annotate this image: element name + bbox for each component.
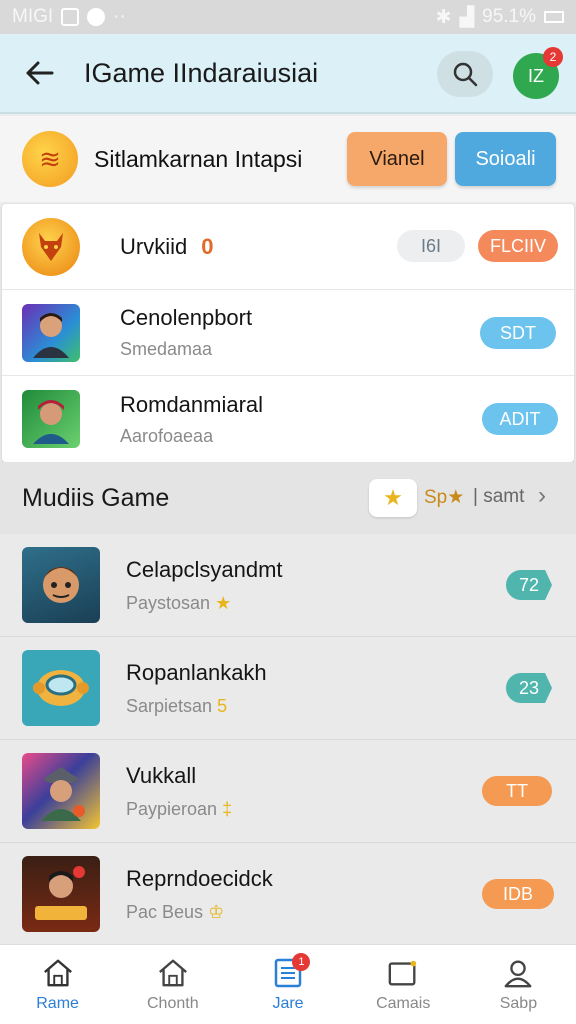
rating-mark: ★ [215,592,232,613]
avatar-thumbnail [22,390,80,448]
emoji-face-icon: ≋ [22,131,78,187]
status-bar: MIGI ·· ✱ ▟ 95.1% [0,0,576,34]
item-subtitle: Aarofoaeaa [120,425,214,446]
item-title: Urvkiid [120,233,188,259]
score-pill: I6I [397,230,465,262]
notification-badge: 2 [543,47,563,67]
list-item[interactable]: Celapclsyandmt Paystosan ★ 72 [0,534,576,637]
game-title: Ropanlankakh [126,659,267,685]
nav-badge: 1 [292,953,311,971]
home-icon [42,957,74,989]
view-button[interactable]: Vianel [347,132,447,186]
battery-percent: 95.1% [482,6,536,27]
item-count: 0 [201,233,214,259]
bluetooth-icon: ✱ [435,6,452,28]
rating-mark: ♔ [208,901,225,922]
avatar-initials: IZ [528,65,544,86]
nav-item-jare[interactable]: 1 Jare [230,945,345,1024]
golden-mask-icon [22,217,80,276]
page-title: IGame IIndaraiusiai [84,57,319,88]
item-title: Romdanmiaral [120,391,264,417]
feature-title: Sitlamkarnan Intapsi [94,145,303,172]
game-thumbnail [22,856,100,932]
house-icon [157,957,189,989]
avatar-thumbnail [22,303,80,362]
action-pill[interactable]: SDT [480,317,556,349]
list-item[interactable]: Ropanlankakh Sarpietsan 5 23 [0,637,576,740]
chevron-right-icon[interactable]: › [538,482,546,510]
game-list: Celapclsyandmt Paystosan ★ 72 Ropanlanka… [0,534,576,946]
item-subtitle: Smedamaa [120,339,213,359]
profile-avatar[interactable]: IZ 2 [513,47,563,99]
star-icon: ★ [383,485,403,510]
list-item[interactable]: Romdanmiaral Aarofoaeaa ADIT [2,376,574,462]
nav-item-profile[interactable]: Sabp [461,945,576,1024]
game-thumbnail [22,753,100,829]
battery-icon [544,11,564,23]
back-arrow-icon[interactable] [20,53,60,93]
nav-item-camais[interactable]: Camais [346,945,461,1024]
count-tag: 72 [506,570,552,600]
nav-item-chonth[interactable]: Chonth [115,945,230,1024]
more-notifications-icon: ·· [113,6,126,27]
nav-label: Sabp [499,994,538,1012]
list-item[interactable]: Urvkiid 0 I6I FLCIIV [2,204,574,290]
featured-list: Urvkiid 0 I6I FLCIIV Cenolenpbort Smedama… [2,204,574,462]
feature-row: ≋ Sitlamkarnan Intapsi Vianel Soioali [0,116,576,202]
action-pill[interactable]: ADIT [482,403,558,435]
app-bar: IGame IIndaraiusiai IZ 2 [0,34,576,114]
carrier-text: MIGI [12,6,54,27]
sort-label[interactable]: Sp★ [424,486,464,509]
section-header: Mudiis Game ★ Sp★ | samt › [0,462,576,534]
section-title: Mudiis Game [22,483,170,512]
game-subtitle: Paystosan [126,592,211,613]
nav-label: Jare [272,994,304,1012]
list-item[interactable]: Cenolenpbort Smedamaa SDT [2,290,574,376]
action-tag[interactable]: TT [482,776,552,806]
search-button[interactable] [437,51,493,97]
game-title: Reprndoecidck [126,865,273,891]
rating-mark: 5 [217,695,228,716]
app-status-icon [87,8,106,26]
action-tag[interactable]: IDB [482,879,554,909]
favorite-star-button[interactable]: ★ [369,479,417,517]
item-title: Cenolenpbort [120,305,253,330]
list-item[interactable]: Vukkall Paypieroan ‡ TT [0,740,576,843]
social-button[interactable]: Soioali [455,132,556,186]
game-thumbnail [22,547,100,623]
nav-label: Chonth [147,994,199,1012]
note-icon [387,957,419,989]
signal-icon: ▟ [459,6,475,28]
notification-icon [61,8,80,26]
action-pill[interactable]: FLCIIV [478,230,558,262]
user-icon [502,957,534,989]
nav-item-home[interactable]: Rame [0,945,115,1024]
game-subtitle: Sarpietsan [126,695,213,716]
filter-label[interactable]: | samt [473,486,524,508]
game-title: Vukkall [126,762,197,788]
nav-label: Rame [36,994,79,1012]
count-tag: 23 [506,673,552,703]
game-subtitle: Paypieroan [126,798,218,819]
rating-mark: ‡ [222,798,233,819]
list-item[interactable]: Reprndoecidck Pac Beus ♔ IDB [0,843,576,946]
bottom-navigation: Rame Chonth 1 Jare Camais Sabp [0,944,576,1024]
search-icon [453,62,478,87]
game-title: Celapclsyandmt [126,556,283,582]
game-thumbnail [22,650,100,726]
nav-label: Camais [376,994,431,1012]
game-subtitle: Pac Beus [126,901,204,922]
